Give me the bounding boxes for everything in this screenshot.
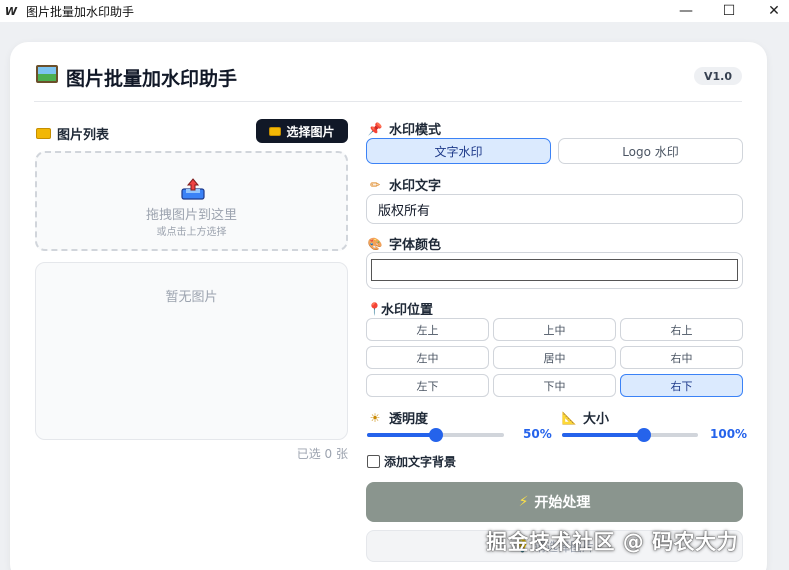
start-processing-label: 开始处理	[534, 495, 591, 511]
position-center[interactable]: 居中	[493, 346, 616, 369]
size-slider[interactable]	[562, 427, 698, 443]
opacity-label: ☀ 透明度	[367, 408, 429, 428]
image-list-label: 图片列表	[36, 124, 109, 143]
dropzone-title: 拖拽图片到这里	[145, 208, 237, 223]
folder-icon	[36, 128, 51, 139]
position-top-right[interactable]: 右上	[620, 318, 743, 341]
slider-fill	[562, 433, 644, 437]
app-window-icon: W	[4, 4, 18, 18]
mode-logo-button[interactable]: Logo 水印	[558, 138, 743, 164]
watermark-text-label-text: 水印文字	[389, 179, 442, 194]
pushpin-icon: 📌	[367, 121, 383, 136]
upload-tray-icon	[181, 178, 205, 200]
size-label: 📐 大小	[561, 408, 610, 428]
size-label-text: 大小	[583, 412, 610, 427]
maximize-button[interactable]: ☐	[707, 0, 751, 22]
window-titlebar: W 图片批量加水印助手 — ☐ ✕	[0, 0, 789, 22]
font-color-picker[interactable]	[366, 252, 743, 289]
position-label: 📍 水印位置	[367, 299, 434, 319]
position-bottom-center[interactable]: 下中	[493, 374, 616, 397]
lightning-icon: ⚡	[518, 494, 529, 510]
select-images-label: 选择图片	[286, 124, 335, 139]
ruler-triangle-icon: 📐	[561, 410, 577, 425]
empty-list-text: 暂无图片	[165, 290, 218, 305]
image-list-label-text: 图片列表	[57, 128, 110, 143]
window-title: 图片批量加水印助手	[26, 4, 135, 19]
start-processing-button[interactable]: ⚡ 开始处理	[366, 482, 743, 522]
drop-zone[interactable]: 拖拽图片到这里 或点击上方选择	[35, 151, 348, 251]
opacity-label-text: 透明度	[389, 412, 429, 427]
font-color-label-text: 字体颜色	[389, 238, 442, 253]
picture-icon	[36, 65, 58, 83]
watermark-text-input[interactable]: 版权所有	[366, 194, 743, 224]
image-list-panel: 暂无图片	[35, 262, 348, 440]
color-swatch	[371, 259, 738, 281]
page-title: 图片批量加水印助手	[66, 68, 238, 90]
select-images-button[interactable]: 选择图片	[256, 119, 348, 143]
text-background-checkbox[interactable]	[367, 455, 380, 468]
selected-count: 已选 0 张	[296, 447, 348, 461]
folder-open-icon	[269, 126, 282, 136]
watermark-text-label: ✏ 水印文字	[367, 175, 442, 195]
palette-icon: 🎨	[367, 236, 383, 251]
size-value: 100%	[710, 427, 748, 441]
dropzone-subtitle: 或点击上方选择	[156, 227, 227, 238]
app-header: 图片批量加水印助手 V1.0	[34, 62, 742, 102]
watermark-mode-label-text: 水印模式	[389, 123, 442, 138]
position-bottom-right[interactable]: 右下	[620, 374, 743, 397]
pencil-icon: ✏	[369, 177, 381, 192]
overlay-watermark: 掘金技术社区 @ 码农大力	[486, 530, 739, 554]
position-middle-left[interactable]: 左中	[366, 346, 489, 369]
position-middle-right[interactable]: 右中	[620, 346, 743, 369]
opacity-value: 50%	[523, 427, 552, 441]
close-button[interactable]: ✕	[752, 0, 789, 22]
position-top-left[interactable]: 左上	[366, 318, 489, 341]
text-background-label: 添加文字背景	[384, 455, 457, 469]
slider-fill	[367, 433, 436, 437]
font-color-label: 🎨 字体颜色	[367, 234, 442, 254]
location-pin-icon: 📍	[367, 301, 382, 316]
text-background-option[interactable]: 添加文字背景	[367, 453, 456, 470]
main-card: 图片批量加水印助手 V1.0 图片列表 选择图片 拖拽图片到这里 或点击上方选择…	[10, 42, 767, 570]
version-badge: V1.0	[694, 67, 742, 85]
watermark-mode-label: 📌 水印模式	[367, 119, 442, 139]
opacity-slider[interactable]	[367, 427, 504, 443]
slider-thumb[interactable]	[636, 428, 651, 442]
minimize-button[interactable]: —	[664, 0, 708, 22]
position-label-text: 水印位置	[381, 303, 434, 318]
position-top-center[interactable]: 上中	[493, 318, 616, 341]
sun-icon: ☀	[369, 410, 381, 425]
position-bottom-left[interactable]: 左下	[366, 374, 489, 397]
mode-text-button[interactable]: 文字水印	[366, 138, 551, 164]
slider-thumb[interactable]	[428, 428, 443, 442]
